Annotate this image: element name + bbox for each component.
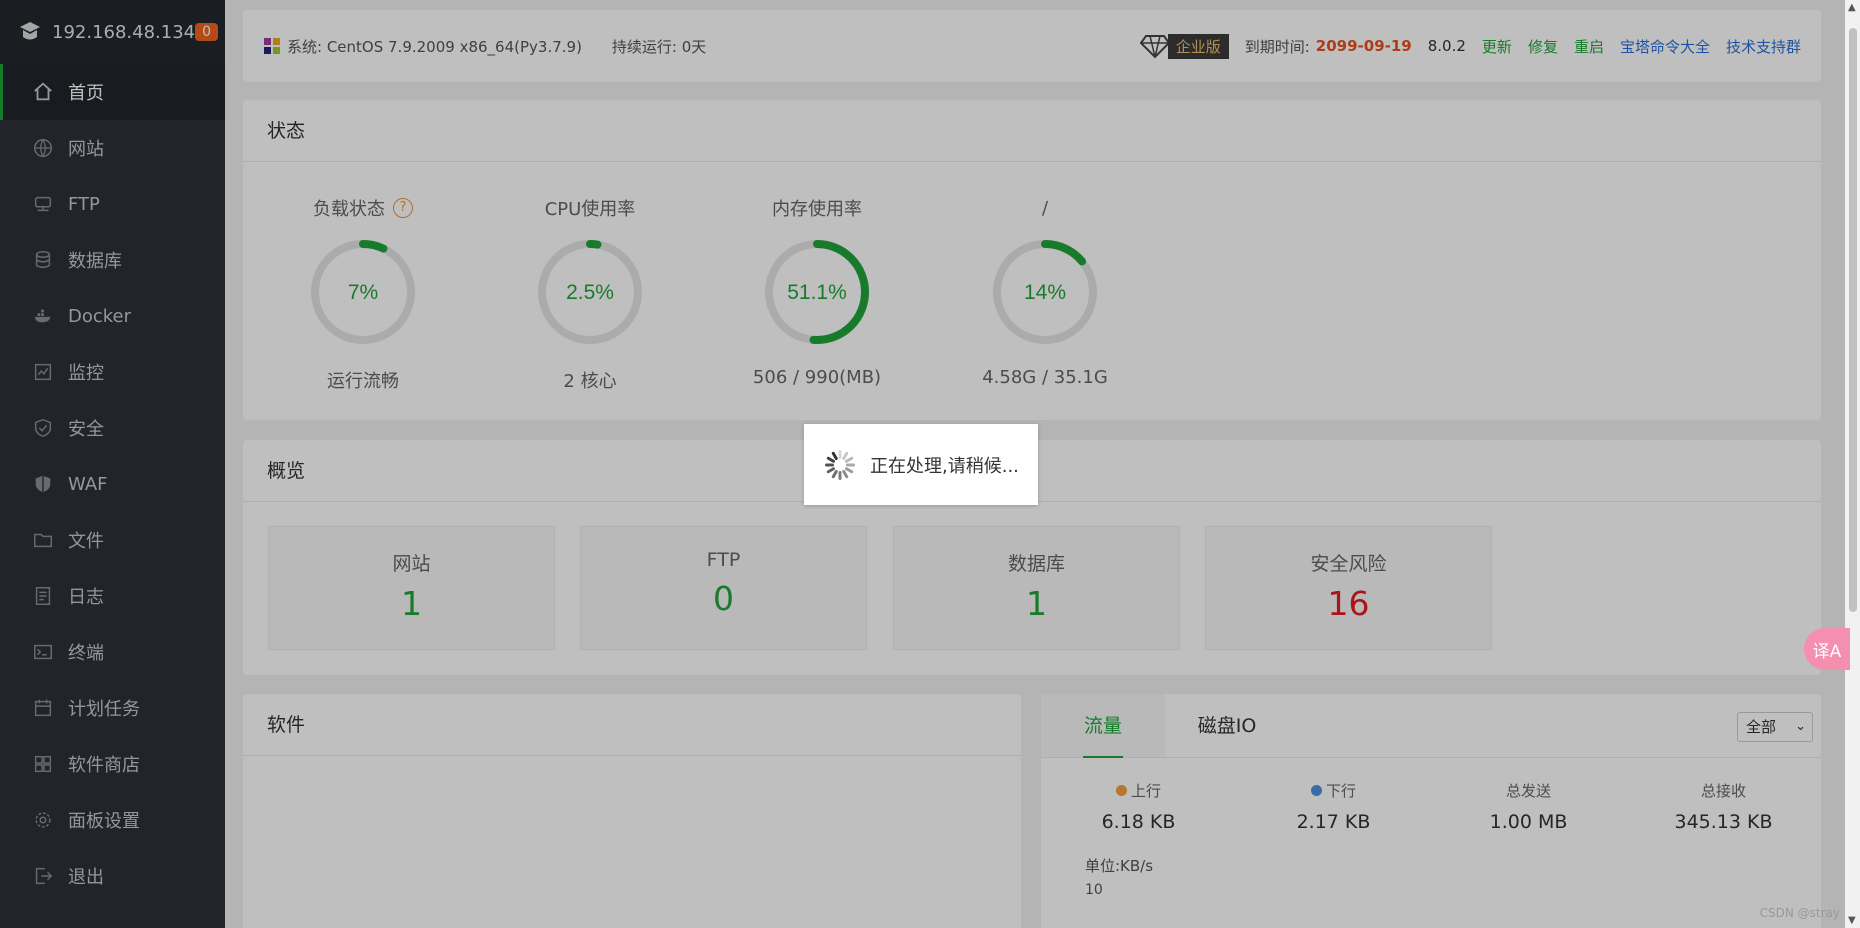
scrollbar-thumb[interactable] [1849,28,1857,612]
loading-text: 正在处理,请稍候... [870,455,1019,477]
page-scrollbar[interactable]: ▲ ▼ [1845,0,1860,928]
watermark: CSDN @stray [1759,906,1840,920]
spinner-icon [825,449,855,480]
translate-icon[interactable]: 译A [1804,628,1850,670]
scroll-down-icon[interactable]: ▼ [1848,915,1856,926]
scroll-up-icon[interactable]: ▲ [1848,2,1856,13]
loading-dialog: 正在处理,请稍候... [804,424,1038,505]
